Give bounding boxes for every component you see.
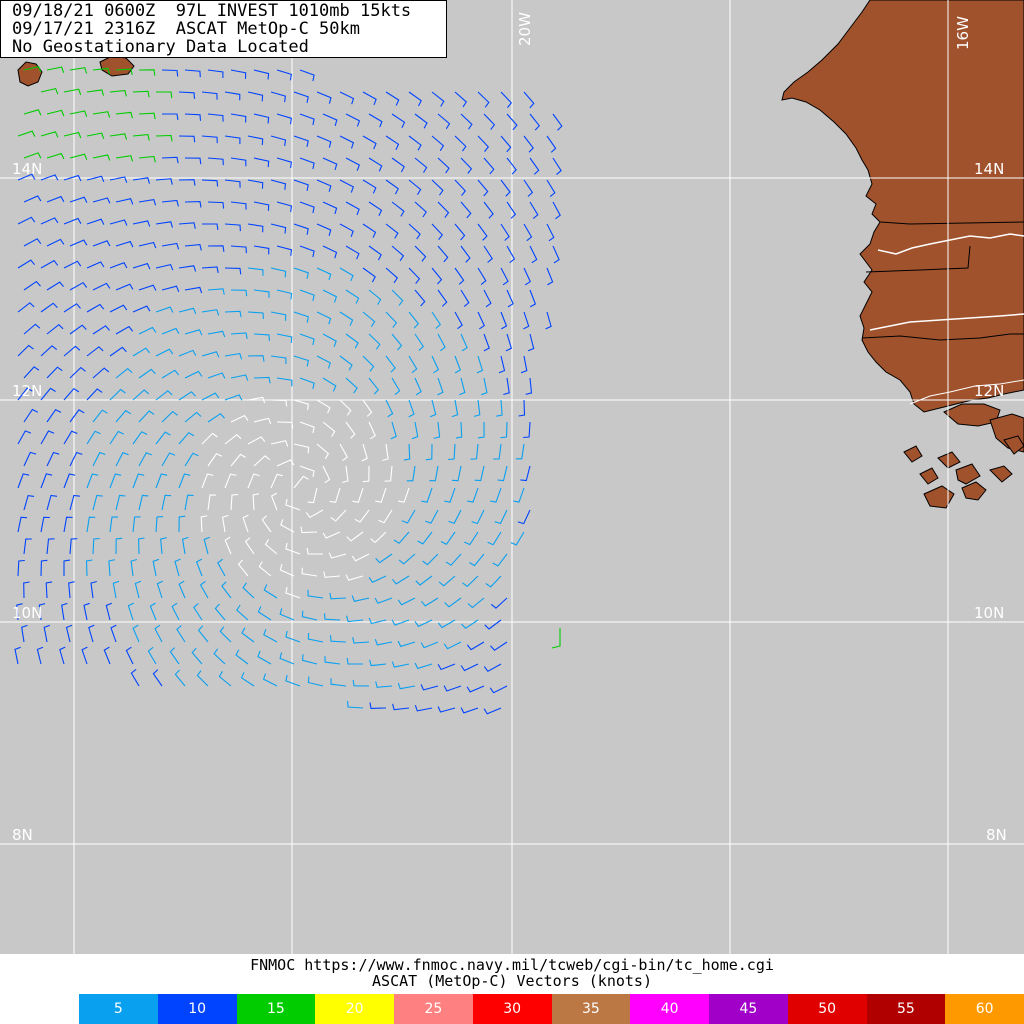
lon-label-16w: 16W xyxy=(954,16,972,50)
lon-label-20w: 20W xyxy=(516,12,534,46)
legend-cell-50: 50 xyxy=(787,994,867,1024)
map-canvas: 14N 14N 12N 12N 10N 10N 8N 8N 20W 16W xyxy=(0,0,1024,954)
title-line-1: 09/18/21 0600Z 97L INVEST 1010mb 15kts xyxy=(12,1,412,21)
source-url: FNMOC https://www.fnmoc.navy.mil/tcweb/c… xyxy=(250,956,774,974)
lat-label-8n-right: 8N xyxy=(986,826,1007,844)
title-line-2: 09/17/21 2316Z ASCAT MetOp-C 50km xyxy=(12,19,360,39)
lat-label-10n: 10N xyxy=(12,604,42,622)
legend-cell-35: 35 xyxy=(551,994,631,1024)
legend-cell-45: 45 xyxy=(709,994,788,1024)
lat-label-10n-right: 10N xyxy=(974,604,1004,622)
title-box: 09/18/21 0600Z 97L INVEST 1010mb 15kts 0… xyxy=(0,0,447,58)
lat-label-14n: 14N xyxy=(12,160,42,178)
legend-cell-60: 60 xyxy=(945,994,1024,1024)
legend-cell-15: 15 xyxy=(236,994,316,1024)
legend-cell-55: 55 xyxy=(866,994,946,1024)
legend-cell-25: 25 xyxy=(394,994,473,1024)
legend-title: ASCAT (MetOp-C) Vectors (knots) xyxy=(372,972,652,990)
legend-cell-30: 30 xyxy=(472,994,552,1024)
legend-cell-20: 20 xyxy=(315,994,394,1024)
title-line-3: No Geostationary Data Located xyxy=(12,37,309,57)
lat-label-14n-right: 14N xyxy=(974,160,1004,178)
lat-label-12n: 12N xyxy=(12,382,42,400)
legend-cell-40: 40 xyxy=(630,994,709,1024)
legend-cell-10: 10 xyxy=(157,994,237,1024)
satellite-wind-map: 14N 14N 12N 12N 10N 10N 8N 8N 20W 16W 09… xyxy=(0,0,1024,1024)
wind-speed-legend: 5 10 15 20 25 30 35 40 45 50 55 60 xyxy=(79,994,1024,1024)
lat-label-12n-right: 12N xyxy=(974,382,1004,400)
lat-label-8n: 8N xyxy=(12,826,33,844)
legend-cell-5: 5 xyxy=(79,994,158,1024)
